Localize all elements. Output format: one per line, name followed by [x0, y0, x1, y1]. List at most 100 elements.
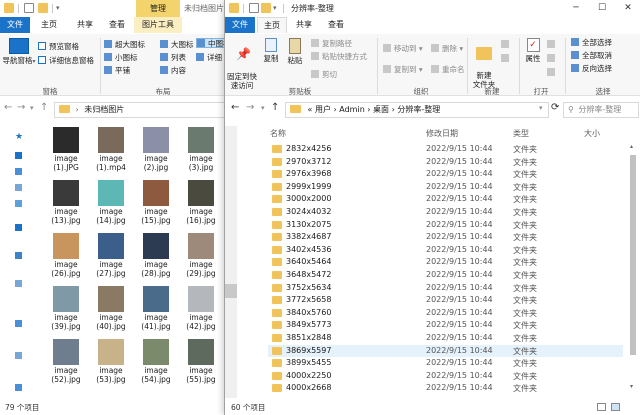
tab-home[interactable]: 主页	[32, 17, 66, 33]
thumbnails-view-icon[interactable]	[611, 403, 620, 411]
new-folder-icon[interactable]	[261, 3, 271, 13]
folder-row[interactable]: 3849x5773 2022/9/15 10:44 文件夹	[268, 319, 623, 332]
copy-button[interactable]: 复制	[259, 38, 283, 63]
desktop-icon[interactable]	[15, 152, 22, 159]
nav-pane-scroll-thumb[interactable]	[225, 284, 237, 298]
content-option[interactable]: 内容	[160, 66, 186, 76]
file-thumbnail-item[interactable]: image (42).jpg	[181, 286, 221, 338]
new-folder-button[interactable]: 新建 文件夹	[469, 38, 499, 89]
file-thumbnail-item[interactable]: image (41).jpg	[136, 286, 176, 338]
recent-dropdown-icon[interactable]: ▾	[261, 101, 265, 115]
this-pc-icon[interactable]	[15, 252, 22, 259]
nav-pane-button[interactable]: 导航窗格▾	[2, 38, 36, 66]
file-thumbnail-item[interactable]: image (13).jpg	[46, 180, 86, 232]
folder-row[interactable]: 3869x5597 2022/9/15 10:44 文件夹	[268, 344, 623, 358]
minimize-button[interactable]: ─	[563, 0, 589, 17]
history-button[interactable]	[547, 68, 558, 78]
details-option[interactable]: 详细	[196, 53, 222, 63]
select-all-button[interactable]: 全部选择	[571, 38, 612, 48]
downloads-icon[interactable]	[15, 168, 22, 175]
medium-icons-option[interactable]: 中图标	[196, 38, 226, 48]
pictures-icon[interactable]	[15, 200, 22, 207]
file-thumbnail-item[interactable]: image (1).JPG	[46, 127, 86, 179]
folder-row[interactable]: 2832x4256 2022/9/15 10:44 文件夹	[268, 143, 623, 156]
file-thumbnail-item[interactable]: image (40).jpg	[91, 286, 131, 338]
folder-row[interactable]: 2970x3712 2022/9/15 10:44 文件夹	[268, 156, 623, 169]
file-thumbnail-item[interactable]: image (26).jpg	[46, 233, 86, 285]
drive-icon[interactable]	[15, 280, 22, 287]
file-thumbnail-item[interactable]: image (1).mp4	[91, 127, 131, 179]
file-thumbnail-item[interactable]: image (14).jpg	[91, 180, 131, 232]
new-folder-icon[interactable]	[38, 3, 48, 13]
pin-quick-access-button[interactable]: 📌 固定到快 速访问	[225, 38, 259, 90]
maximize-button[interactable]: ☐	[589, 0, 615, 17]
open-button[interactable]	[547, 40, 558, 50]
folder-row[interactable]: 3648x5472 2022/9/15 10:44 文件夹	[268, 269, 623, 282]
tab-view[interactable]: 查看	[321, 17, 351, 33]
tab-share[interactable]: 共享	[68, 17, 102, 33]
tab-home[interactable]: 主页	[257, 17, 287, 33]
copy-path-button[interactable]: 复制路径	[311, 39, 352, 49]
search-box[interactable]: ⚲ 分辨率-整理	[563, 102, 639, 118]
file-thumbnail-item[interactable]: image (53).jpg	[91, 339, 131, 391]
properties-check-icon[interactable]	[249, 3, 259, 13]
folder-row[interactable]: 3382x4687 2022/9/15 10:44 文件夹	[268, 231, 623, 244]
back-arrow-icon[interactable]: ←	[231, 101, 239, 115]
delete-button[interactable]: 删除 ▾	[431, 44, 463, 54]
folder-row[interactable]: 3851x2848 2022/9/15 10:44 文件夹	[268, 332, 623, 345]
invert-selection-button[interactable]: 反向选择	[571, 64, 612, 74]
tab-file[interactable]: 文件	[225, 17, 255, 33]
properties-button[interactable]: ✓ 属性	[521, 38, 545, 63]
details-pane-button[interactable]: 详细信息窗格	[38, 56, 94, 66]
extra-large-icons-option[interactable]: 超大图标	[104, 40, 145, 50]
close-button[interactable]: ✕	[615, 0, 640, 17]
folder-row[interactable]: 2999x1999 2022/9/15 10:44 文件夹	[268, 181, 623, 194]
folder-row[interactable]: 3000x2000 2022/9/15 10:44 文件夹	[268, 193, 623, 206]
edit-button[interactable]	[547, 54, 558, 64]
recent-dropdown-icon[interactable]: ▾	[30, 101, 34, 115]
onedrive-icon[interactable]	[15, 224, 22, 231]
column-name-header[interactable]: 名称	[270, 128, 286, 139]
small-icons-option[interactable]: 小图标	[104, 53, 138, 63]
documents-icon[interactable]	[15, 184, 22, 191]
column-size-header[interactable]: 大小	[584, 128, 600, 139]
column-type-header[interactable]: 类型	[513, 128, 529, 139]
dropdown-arrow-icon[interactable]: ▾	[273, 3, 283, 13]
file-thumbnail-item[interactable]: image (55).jpg	[181, 339, 221, 391]
paste-shortcut-button[interactable]: 粘贴快捷方式	[311, 52, 367, 62]
easy-access-button[interactable]	[501, 54, 512, 64]
file-thumbnail-item[interactable]: image (29).jpg	[181, 233, 221, 285]
folder-row[interactable]: 3752x5634 2022/9/15 10:44 文件夹	[268, 282, 623, 295]
folder-row[interactable]: 4000x2668 2022/9/15 10:44 文件夹	[268, 382, 623, 393]
select-none-button[interactable]: 全部取消	[571, 51, 612, 61]
scroll-up-icon[interactable]: ▴	[630, 143, 636, 150]
file-thumbnail-item[interactable]: image (52).jpg	[46, 339, 86, 391]
scroll-thumb[interactable]	[630, 155, 636, 355]
up-arrow-icon[interactable]: ↑	[271, 101, 279, 115]
forward-arrow-icon[interactable]: →	[17, 101, 25, 115]
dropdown-arrow-icon[interactable]: ▾	[56, 3, 66, 13]
drive-icon[interactable]	[15, 352, 22, 359]
folder-row[interactable]: 3130x2075 2022/9/15 10:44 文件夹	[268, 219, 623, 232]
paste-button[interactable]: 粘贴	[283, 38, 307, 65]
tab-file[interactable]: 文件	[0, 17, 30, 33]
list-option[interactable]: 列表	[160, 53, 186, 63]
folder-row[interactable]: 4000x2250 2022/9/15 10:44 文件夹	[268, 370, 623, 383]
tiles-option[interactable]: 平铺	[104, 66, 130, 76]
move-to-button[interactable]: 移动到 ▾	[383, 44, 423, 54]
forward-arrow-icon[interactable]: →	[246, 101, 254, 115]
refresh-icon[interactable]: ⟳	[551, 101, 559, 115]
cut-button[interactable]: 剪切	[311, 70, 337, 80]
folder-row[interactable]: 3772x5658 2022/9/15 10:44 文件夹	[268, 294, 623, 307]
drive-icon[interactable]	[15, 384, 22, 391]
copy-to-button[interactable]: 复制到 ▾	[383, 65, 423, 75]
folder-row[interactable]: 2976x3968 2022/9/15 10:44 文件夹	[268, 168, 623, 181]
network-icon[interactable]	[15, 320, 22, 327]
properties-check-icon[interactable]	[24, 3, 34, 13]
preview-pane-button[interactable]: 预览窗格	[38, 42, 79, 52]
right-address-input[interactable]: « 用户 › Admin › 桌面 › 分辨率-整理	[285, 102, 549, 118]
file-thumbnail-item[interactable]: image (3).jpg	[181, 127, 221, 179]
folder-row[interactable]: 3899x5455 2022/9/15 10:44 文件夹	[268, 357, 623, 370]
details-view-icon[interactable]	[597, 403, 606, 411]
tab-view[interactable]: 查看	[104, 17, 130, 33]
